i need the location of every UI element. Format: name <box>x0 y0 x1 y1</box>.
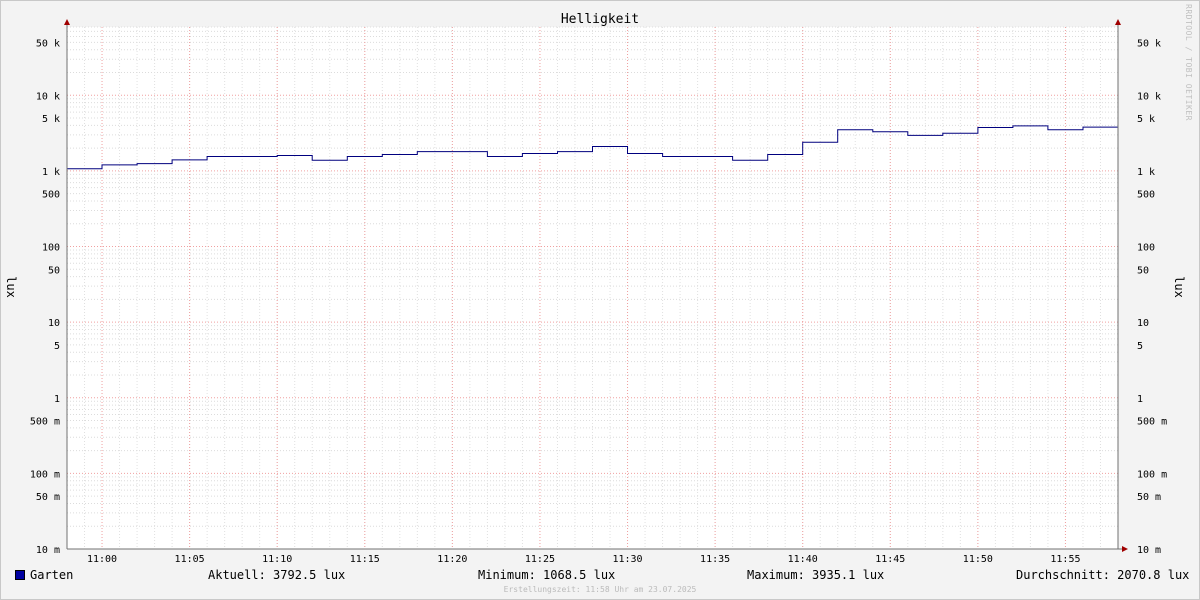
x-tick-label: 11:25 <box>525 554 555 565</box>
y-tick-label-left: 5 <box>54 341 60 352</box>
x-tick-label: 11:45 <box>875 554 905 565</box>
x-tick-label: 11:30 <box>612 554 642 565</box>
brightness-chart: 50 k 50 k 10 k 10 k 5 k 5 k 1 k 1 k 500 500 100 100… <box>4 12 1186 565</box>
y-tick-label-right: 5 k <box>1137 114 1155 125</box>
y-tick-label-right: 50 <box>1137 265 1149 276</box>
y-tick-label-left: 100 <box>42 243 60 254</box>
y-tick-label-left: 50 m <box>36 492 60 503</box>
y-tick-label-right: 100 m <box>1137 469 1167 480</box>
x-tick-label: 11:05 <box>175 554 205 565</box>
y-tick-label-right: 1 <box>1137 394 1143 405</box>
x-tick-label: 11:10 <box>262 554 292 565</box>
creation-time-footer: Erstellungszeit: 11:58 Uhr am 23.07.2025 <box>503 585 697 594</box>
y-tick-label-left: 500 <box>42 190 60 201</box>
y-tick-label-left: 10 <box>48 318 60 329</box>
x-tick-label: 11:55 <box>1050 554 1080 565</box>
y-tick-label-left: 1 k <box>42 167 60 178</box>
chart-title: Helligkeit <box>561 12 639 27</box>
y-tick-label-left: 500 m <box>30 417 60 428</box>
y-axis-arrow-left <box>64 19 70 25</box>
y-tick-label-right: 50 k <box>1137 38 1161 49</box>
x-tick-label: 11:50 <box>963 554 993 565</box>
y-axis-label-left: lux <box>4 276 18 298</box>
y-tick-label-left: 10 m <box>36 545 60 556</box>
y-tick-label-right: 100 <box>1137 243 1155 254</box>
y-tick-label-left: 5 k <box>42 114 60 125</box>
rrdtool-watermark: RRDTOOL / TOBI OETIKER <box>1184 4 1193 121</box>
y-tick-label-left: 50 <box>48 265 60 276</box>
legend-minimum: Minimum: 1068.5 lux <box>478 568 616 582</box>
x-tick-label: 11:15 <box>350 554 380 565</box>
x-tick-label: 11:20 <box>437 554 467 565</box>
y-tick-label-left: 10 k <box>36 91 60 102</box>
y-tick-label-right: 5 <box>1137 341 1143 352</box>
y-tick-label-right: 1 k <box>1137 167 1155 178</box>
y-tick-label-left: 1 <box>54 394 60 405</box>
y-axis-label-right: lux <box>1172 276 1186 298</box>
legend-swatch-garten <box>15 570 25 580</box>
legend-maximum: Maximum: 3935.1 lux <box>747 568 885 582</box>
y-tick-label-left: 50 k <box>36 38 60 49</box>
x-tick-label: 11:35 <box>700 554 730 565</box>
x-tick-label: 11:00 <box>87 554 117 565</box>
x-tick-label: 11:40 <box>788 554 818 565</box>
y-tick-label-right: 10 m <box>1137 545 1161 556</box>
y-tick-label-right: 10 <box>1137 318 1149 329</box>
legend-series-name: Garten <box>30 568 74 582</box>
y-tick-label-right: 10 k <box>1137 91 1161 102</box>
y-tick-label-left: 100 m <box>30 469 60 480</box>
y-tick-label-right: 500 m <box>1137 417 1167 428</box>
legend-average: Durchschnitt: 2070.8 lux <box>1016 568 1190 582</box>
y-tick-label-right: 50 m <box>1137 492 1161 503</box>
y-tick-label-right: 500 <box>1137 190 1155 201</box>
y-axis-arrow-right <box>1115 19 1121 25</box>
legend-current: Aktuell: 3792.5 lux <box>208 568 346 582</box>
x-axis-arrow <box>1122 546 1128 552</box>
